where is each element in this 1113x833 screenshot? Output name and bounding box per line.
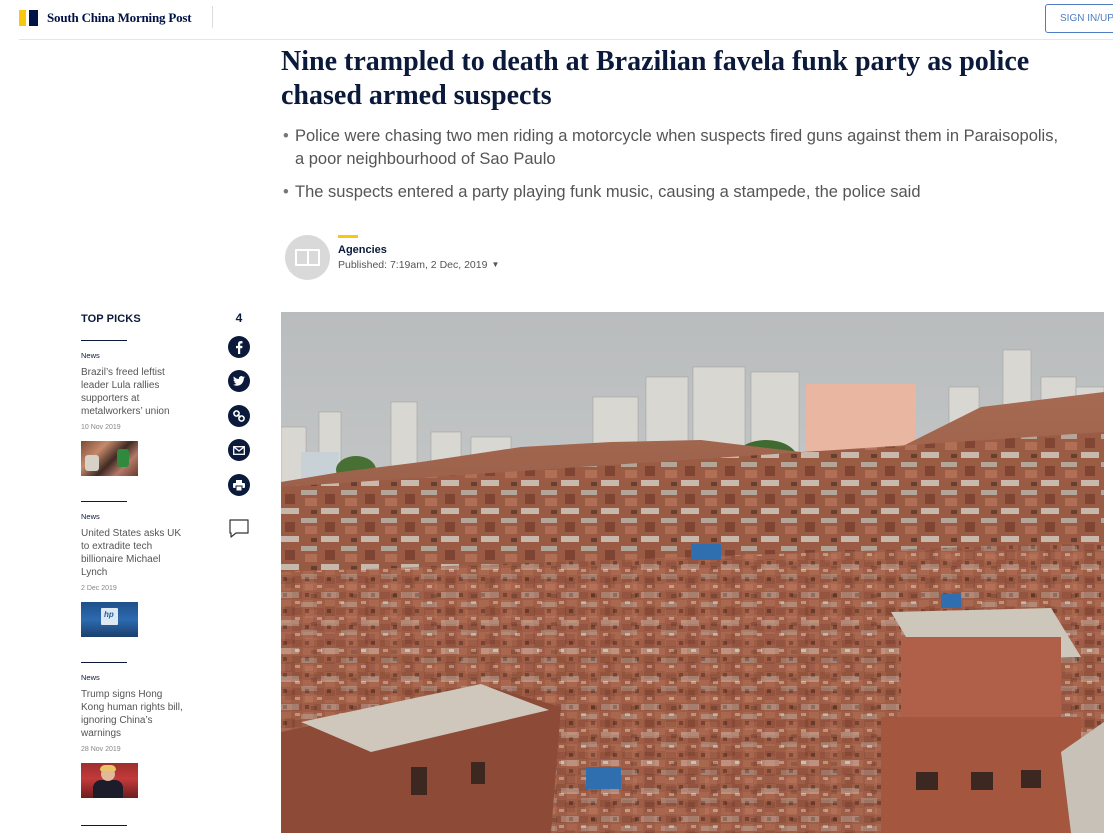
- article-summary: • Police were chasing two men riding a mo…: [283, 125, 1063, 214]
- pick-title[interactable]: United States asks UK to extradite tech …: [81, 527, 187, 579]
- topbar-divider: [19, 39, 1113, 40]
- published-text: Published: 7:19am, 2 Dec, 2019: [338, 259, 488, 271]
- logo-mark-icon: [19, 10, 38, 26]
- top-pick-item[interactable]: News Trump signs Hong Kong human rights …: [81, 662, 191, 798]
- top-pick-item[interactable]: News Brazil’s freed leftist leader Lula …: [81, 340, 191, 476]
- author-name[interactable]: Agencies: [338, 244, 387, 256]
- bullet-icon: •: [283, 127, 289, 145]
- pick-thumbnail[interactable]: [81, 602, 138, 637]
- summary-item: • The suspects entered a party playing fu…: [283, 181, 1063, 204]
- comment-icon[interactable]: [228, 518, 250, 540]
- link-icon[interactable]: [228, 405, 250, 427]
- published-date[interactable]: Published: 7:19am, 2 Dec, 2019 ▼: [338, 259, 499, 271]
- pick-date: 10 Nov 2019: [81, 424, 121, 431]
- article-headline: Nine trampled to death at Brazilian fave…: [281, 46, 1030, 111]
- pick-category[interactable]: News: [81, 673, 191, 682]
- bullet-icon: •: [283, 183, 289, 201]
- share-count: 4: [235, 311, 243, 325]
- pick-divider: [81, 340, 127, 341]
- site-name: South China Morning Post: [47, 10, 192, 25]
- article-hero-image: [281, 312, 1104, 833]
- summary-item: • Police were chasing two men riding a mo…: [283, 125, 1063, 171]
- top-picks-title: TOP PICKS: [81, 313, 141, 325]
- site-logo[interactable]: South China Morning Post: [19, 9, 192, 27]
- pick-title[interactable]: Brazil’s freed leftist leader Lula ralli…: [81, 366, 187, 418]
- pick-divider: [81, 662, 127, 663]
- print-icon[interactable]: [228, 474, 250, 496]
- author-accent-bar: [338, 235, 358, 238]
- pick-title[interactable]: Trump signs Hong Kong human rights bill,…: [81, 688, 187, 740]
- signin-button[interactable]: SIGN IN/UP: [1045, 4, 1113, 33]
- pick-category[interactable]: News: [81, 512, 191, 521]
- pick-date: 28 Nov 2019: [81, 746, 121, 753]
- email-icon[interactable]: [228, 439, 250, 461]
- pick-divider: [81, 501, 127, 502]
- author-avatar[interactable]: [285, 235, 330, 280]
- book-icon: [295, 249, 320, 266]
- facebook-icon[interactable]: [228, 336, 250, 358]
- pick-thumbnail[interactable]: [81, 763, 138, 798]
- top-pick-item[interactable]: News United States asks UK to extradite …: [81, 501, 191, 637]
- pick-date: 2 Dec 2019: [81, 585, 117, 592]
- summary-text: Police were chasing two men riding a mot…: [295, 127, 1059, 168]
- summary-text: The suspects entered a party playing fun…: [295, 183, 921, 201]
- pick-thumbnail[interactable]: [81, 441, 138, 476]
- top-bar: South China Morning Post SIGN IN/UP: [0, 0, 1113, 40]
- chevron-down-icon[interactable]: ▼: [491, 260, 499, 269]
- twitter-icon[interactable]: [228, 370, 250, 392]
- logo-divider: [212, 6, 213, 28]
- pick-category[interactable]: News: [81, 351, 191, 360]
- pick-divider: [81, 825, 127, 826]
